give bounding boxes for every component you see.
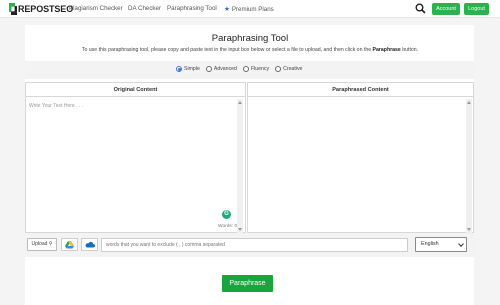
input-textarea[interactable]	[28, 99, 236, 229]
logo[interactable]: REPOSTSEO	[9, 3, 73, 15]
logo-text: REPOSTSEO	[18, 4, 74, 14]
google-drive-icon	[65, 240, 74, 248]
output-scrollbar[interactable]	[466, 99, 472, 233]
input-placeholder: Write Your Text Here . . .	[29, 103, 84, 109]
top-navbar: REPOSTSEO Plagiarism Checker DA Checker …	[0, 0, 500, 18]
language-select[interactable]: English	[415, 237, 467, 252]
mode-creative[interactable]: Creative	[275, 66, 302, 72]
radio-icon[interactable]	[275, 66, 282, 72]
account-button[interactable]: Account	[432, 3, 460, 15]
onedrive-cloud-icon	[85, 241, 95, 248]
nav-da-checker[interactable]: DA Checker	[128, 5, 161, 12]
paraphrased-content-header: Paraphrased Content	[248, 83, 473, 97]
input-scrollbar[interactable]	[237, 99, 243, 233]
nav-premium-label: Premium Plans	[231, 6, 274, 13]
word-count: Words: 0	[218, 224, 238, 229]
star-icon: ★	[224, 6, 230, 13]
upload-button[interactable]: Upload ⚲	[27, 238, 57, 251]
mode-simple[interactable]: Simple	[176, 66, 200, 72]
scroll-down-icon	[238, 228, 242, 231]
paraphrase-button[interactable]: Paraphrase	[222, 275, 273, 292]
page-subtitle: To use this paraphrasing tool, please co…	[81, 47, 419, 53]
scroll-down-icon	[467, 228, 471, 231]
paraphrased-content-panel: Paraphrased Content	[247, 82, 474, 233]
nav-paraphrasing-tool[interactable]: Paraphrasing Tool	[167, 5, 217, 12]
nav-plagiarism-checker[interactable]: Plagiarism Checker	[69, 5, 123, 12]
logout-button[interactable]: Logout	[464, 3, 489, 15]
search-icon[interactable]	[415, 3, 426, 14]
scroll-up-icon	[467, 101, 471, 104]
mode-radio-group: Simple Advanced Fluency Creative	[176, 66, 302, 72]
mode-fluency[interactable]: Fluency	[242, 66, 269, 72]
logo-mark-icon	[9, 3, 17, 15]
onedrive-button[interactable]	[81, 238, 98, 251]
nav-premium-plans[interactable]: ★ Premium Plans	[224, 5, 274, 13]
original-content-header: Original Content	[26, 83, 245, 97]
scroll-up-icon	[238, 101, 242, 104]
google-drive-button[interactable]	[61, 238, 78, 251]
radio-icon[interactable]	[205, 66, 212, 72]
radio-icon[interactable]	[242, 66, 249, 72]
chevron-down-icon	[458, 241, 464, 247]
grammar-check-icon[interactable]: G	[222, 210, 231, 219]
mode-advanced[interactable]: Advanced	[205, 66, 237, 72]
radio-selected-icon[interactable]	[176, 66, 182, 72]
exclude-words-input[interactable]	[101, 238, 408, 252]
paperclip-icon: ⚲	[48, 241, 53, 247]
page-title: Paraphrasing Tool	[211, 33, 289, 44]
